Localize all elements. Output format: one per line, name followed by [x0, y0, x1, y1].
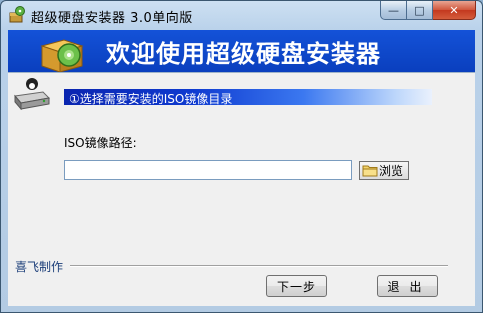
maximize-button[interactable]: □: [407, 1, 433, 20]
maximize-icon: □: [414, 3, 425, 17]
browse-button[interactable]: 浏览: [359, 161, 409, 180]
close-button[interactable]: ✕: [433, 1, 476, 20]
app-icon: [9, 6, 25, 23]
installer-window: 超级硬盘安装器 3.0单向版 — □ ✕ 欢迎使用超级硬盘安装器 ①选择需要安装…: [0, 0, 483, 313]
exit-button[interactable]: 退出: [377, 275, 438, 297]
minimize-button[interactable]: —: [380, 1, 407, 20]
folder-icon: [362, 165, 378, 177]
content-panel: ①选择需要安装的ISO镜像目录 ISO镜像路径: 浏览 喜飞制作 下一步 退出: [8, 72, 475, 306]
step-banner: ①选择需要安装的ISO镜像目录: [64, 89, 432, 106]
title-bar[interactable]: 超级硬盘安装器 3.0单向版 — □ ✕: [1, 1, 482, 29]
iso-path-input[interactable]: [64, 160, 352, 180]
window-title: 超级硬盘安装器 3.0单向版: [31, 11, 193, 26]
next-button[interactable]: 下一步: [266, 275, 327, 297]
footer-divider: [70, 265, 448, 267]
caption-buttons: — □ ✕: [380, 1, 476, 21]
step-text: ①选择需要安装的ISO镜像目录: [69, 92, 233, 106]
installer-box-icon: [40, 39, 84, 73]
author-credit: 喜飞制作: [15, 260, 64, 274]
welcome-banner: 欢迎使用超级硬盘安装器: [8, 30, 475, 73]
browse-label: 浏览: [379, 164, 404, 178]
iso-path-label: ISO镜像路径:: [64, 136, 137, 150]
minimize-icon: —: [388, 3, 399, 17]
close-icon: ✕: [449, 3, 459, 17]
hard-drive-icon: [14, 78, 51, 110]
banner-title: 欢迎使用超级硬盘安装器: [106, 40, 381, 68]
